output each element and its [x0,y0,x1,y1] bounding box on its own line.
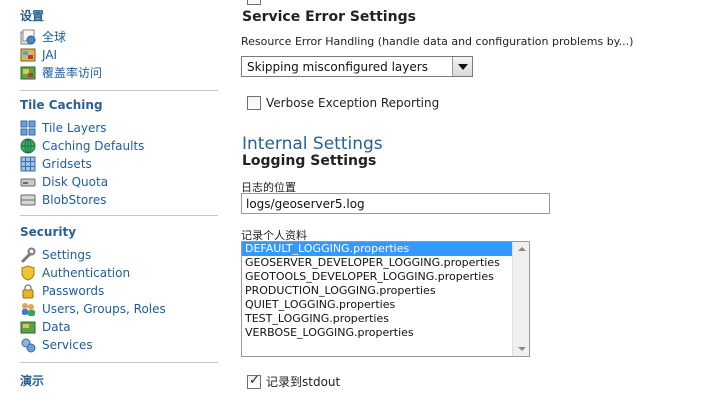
sidebar-item-label: Authentication [42,265,131,280]
sidebar-item-caching-defaults[interactable]: Caching Defaults [20,137,144,154]
sidebar-item-label: Users, Groups, Roles [42,301,166,316]
sidebar-item-passwords[interactable]: Passwords [20,282,104,299]
list-item[interactable]: DEFAULT_LOGGING.properties [242,242,529,256]
sidebar-item-data[interactable]: Data [20,318,71,335]
sidebar-item-disk-quota[interactable]: Disk Quota [20,173,108,190]
list-item[interactable]: PRODUCTION_LOGGING.properties [242,284,529,298]
list-item[interactable]: VERBOSE_LOGGING.properties [242,326,529,340]
sidebar-divider [20,90,218,91]
sidebar-item-label: Tile Layers [42,120,107,135]
list-item[interactable]: GEOSERVER_DEVELOPER_LOGGING.properties [242,256,529,270]
log-profile-listbox[interactable]: DEFAULT_LOGGING.properties GEOSERVER_DEV… [241,241,530,357]
sidebar-item-label: Services [42,337,93,352]
sidebar-item-users-groups-roles[interactable]: Users, Groups, Roles [20,300,166,317]
sidebar-item-label: JAI [42,47,58,62]
globe-settings-icon [20,29,36,45]
tile-layers-icon [20,120,36,136]
gridsets-icon [20,156,36,172]
sidebar-divider [20,215,218,216]
sidebar-item-label: Data [42,319,71,334]
stdout-checkbox[interactable]: ✓ [247,372,261,389]
users-icon [20,301,36,317]
internal-settings-heading: Internal Settings [242,134,383,154]
sidebar-item-label: BlobStores [42,192,107,207]
sidebar-item-services[interactable]: Services [20,336,93,353]
lock-icon [20,283,36,299]
wrench-icon [20,247,36,263]
list-item[interactable]: GEOTOOLS_DEVELOPER_LOGGING.properties [242,270,529,284]
sidebar-item-security-settings[interactable]: Settings [20,246,91,263]
sidebar-section-demos-title[interactable]: 演示 [20,372,44,389]
sidebar-item-tile-layers[interactable]: Tile Layers [20,119,107,136]
caching-defaults-icon [20,138,36,154]
scroll-up-icon[interactable] [518,247,526,251]
blobstores-icon [20,192,36,208]
sidebar-divider [20,362,218,363]
sidebar: 设置 全球 JAI 覆盖率访问 Tile Caching Tile Layers… [0,0,222,396]
log-location-input[interactable] [242,194,549,213]
logging-settings-heading: Logging Settings [242,153,377,169]
stdout-label: 记录到stdout [266,375,341,389]
shield-icon [20,264,36,281]
resource-error-label: Resource Error Handling (handle data and… [241,35,634,48]
verbose-exception-label: Verbose Exception Reporting [266,96,440,110]
scroll-down-icon[interactable] [518,347,526,351]
service-error-heading: Service Error Settings [242,9,416,25]
checkbox-partial-top[interactable] [247,0,261,5]
sidebar-section-security-title: Security [20,225,77,239]
log-location-field[interactable] [241,193,550,214]
verbose-exception-checkbox[interactable] [247,96,261,110]
sidebar-item-label: Caching Defaults [42,138,145,153]
verbose-exception-row[interactable]: Verbose Exception Reporting [247,96,439,110]
sidebar-item-label: Disk Quota [42,174,109,189]
jai-image-icon [20,47,36,63]
list-item[interactable]: TEST_LOGGING.properties [242,312,529,326]
sidebar-item-label: Settings [42,247,92,262]
resource-error-selected-value: Skipping misconfigured layers [247,60,428,74]
sidebar-item-blobstores[interactable]: BlobStores [20,191,107,208]
listbox-scrollbar[interactable] [512,242,529,356]
sidebar-item-coverage-access[interactable]: 覆盖率访问 [20,64,102,81]
sidebar-item-label: 全球 [42,30,67,44]
resource-error-select[interactable]: Skipping misconfigured layers [241,56,473,77]
list-item[interactable]: QUIET_LOGGING.properties [242,298,529,312]
sidebar-item-label: Gridsets [42,156,92,171]
checkmark-icon: ✓ [249,372,260,388]
sidebar-section-tile-caching-title: Tile Caching [20,98,103,112]
dropdown-arrow-icon[interactable] [452,57,472,76]
sidebar-item-global[interactable]: 全球 [20,28,66,45]
disk-quota-icon [20,174,36,190]
sidebar-item-authentication[interactable]: Authentication [20,264,130,281]
sidebar-item-gridsets[interactable]: Gridsets [20,155,92,172]
sidebar-item-label: 覆盖率访问 [42,66,103,80]
main-content: Service Error Settings Resource Error Ha… [222,0,712,396]
sidebar-item-jai[interactable]: JAI [20,46,57,63]
stdout-row[interactable]: ✓ 记录到stdout [247,373,340,390]
data-icon [20,319,36,335]
sidebar-item-label: Passwords [42,283,105,298]
services-icon [20,337,36,353]
coverage-access-icon [20,65,36,81]
sidebar-section-settings-title: 设置 [20,9,45,23]
